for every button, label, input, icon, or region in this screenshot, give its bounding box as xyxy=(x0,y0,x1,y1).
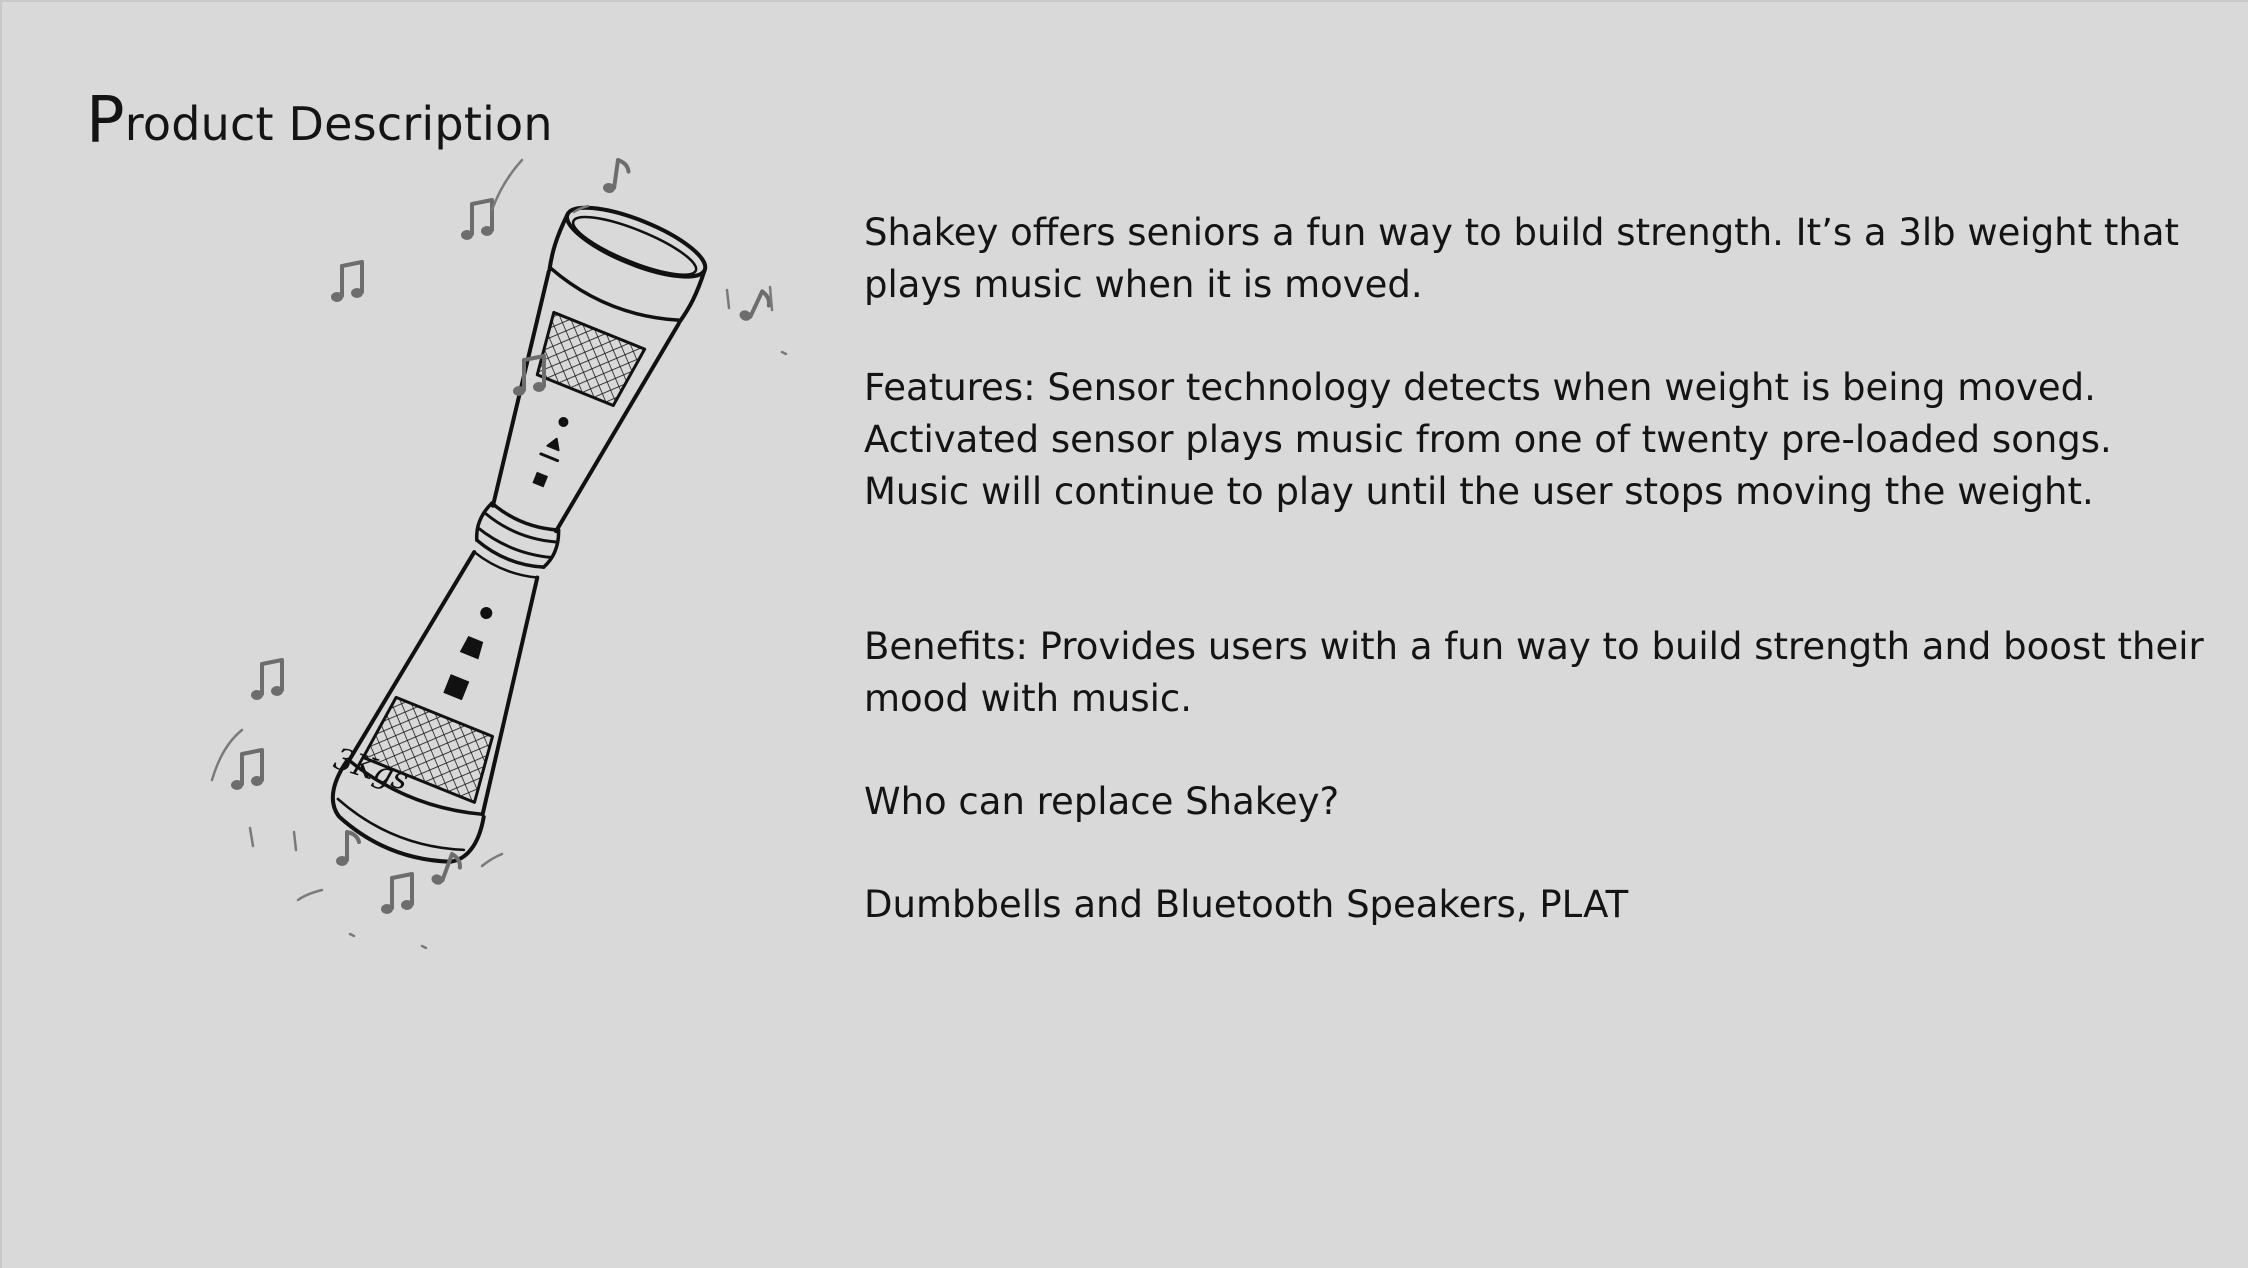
product-sketch: 3Kgs xyxy=(210,156,788,950)
features-paragraph: Features: Sensor technology detects when… xyxy=(864,366,2112,513)
slide: Product Description 3Kgs Shakey offers s… xyxy=(0,0,2248,1268)
music-note-icon xyxy=(229,156,776,916)
intro-paragraph: Shakey offers seniors a fun way to build… xyxy=(864,211,2180,306)
description-body: Shakey offers seniors a fun way to build… xyxy=(864,207,2204,931)
title-initial: P xyxy=(86,84,125,158)
benefits-paragraph: Benefits: Provides users with a fun way … xyxy=(864,625,2204,720)
question-paragraph: Who can replace Shakey? xyxy=(864,780,1340,823)
answer-paragraph: Dumbbells and Bluetooth Speakers, PLAT xyxy=(864,883,1629,926)
